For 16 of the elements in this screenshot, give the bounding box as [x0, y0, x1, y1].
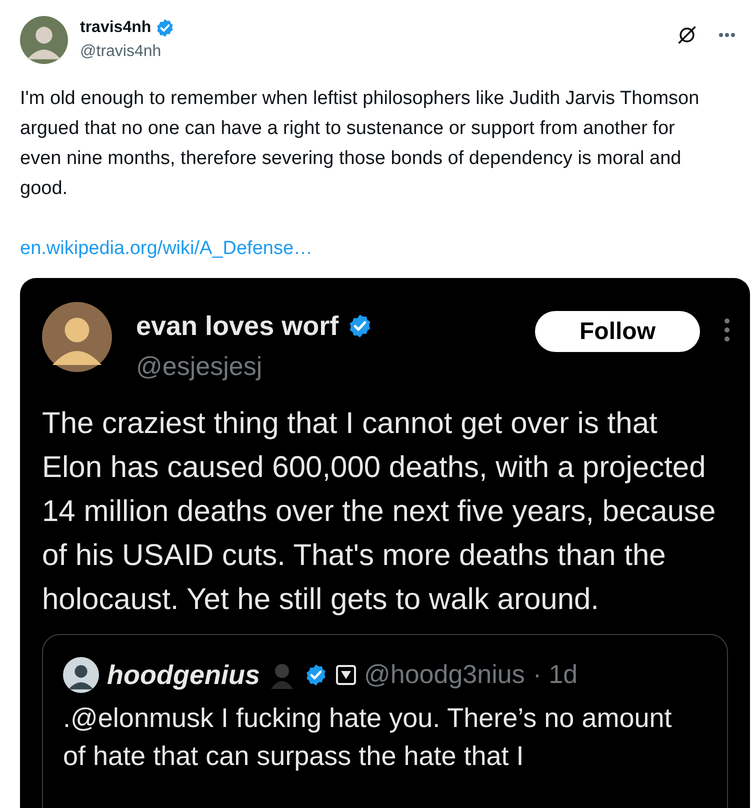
- author-name: evan loves worf: [136, 310, 339, 343]
- post-text: The craziest thing that I cannot get over is that Elon has caused 600,000 deaths, with a projected 14 million deaths over the next five years, because of his USAID cuts. That's more deaths than the holocaust. Yet he still gets to walk around.: [42, 406, 717, 618]
- avatar: [63, 656, 99, 693]
- slashed-circle-icon[interactable]: [676, 24, 698, 46]
- follow-button[interactable]: Follow: [535, 311, 700, 352]
- quoted-text: .@elonmusk I fucking hate you. There’s no amount of hate that can surpass the hate that I: [63, 702, 673, 773]
- more-icon[interactable]: [718, 32, 736, 38]
- author-handle: @esjesjesj: [136, 350, 262, 380]
- author-name[interactable]: travis4nh: [80, 16, 152, 40]
- quoted-author-handle: @hoodg3nius: [364, 658, 525, 692]
- quoted-author-name: hoodgenius: [107, 658, 260, 692]
- tweet-text: I'm old enough to remember when leftist philosophers like Judith Jarvis Thomson argued that no one can have a right to sustenance or support from another for even nine months, therefore severing those bonds of dependency is moral and good.: [19, 87, 700, 201]
- post-time: · 1d: [532, 658, 578, 692]
- author-handle[interactable]: @travis4nh: [80, 43, 162, 60]
- more-icon[interactable]: [724, 318, 730, 342]
- avatar[interactable]: [42, 302, 112, 372]
